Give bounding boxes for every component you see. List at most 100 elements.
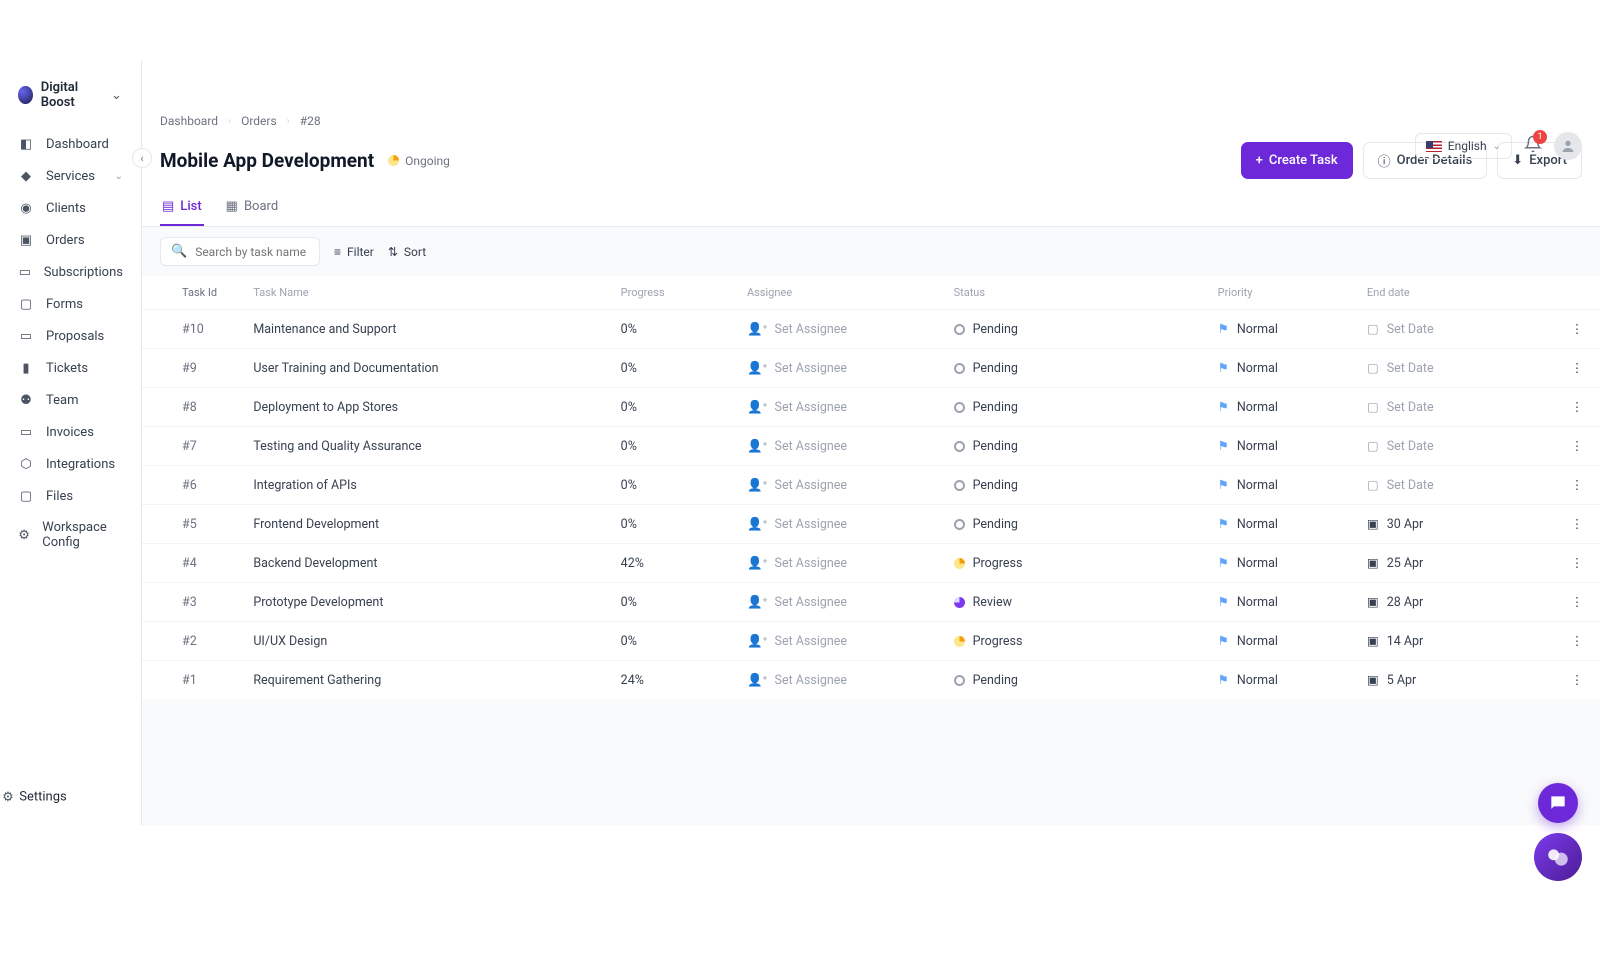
calendar-icon: ▣ xyxy=(1367,633,1379,649)
set-assignee-button[interactable]: 👤⁺Set Assignee xyxy=(747,478,938,493)
task-status[interactable]: Pending xyxy=(954,439,1202,454)
sidebar-item-invoices[interactable]: ▭Invoices xyxy=(0,416,141,448)
app-logo-badge[interactable] xyxy=(1534,833,1582,881)
set-assignee-button[interactable]: 👤⁺Set Assignee xyxy=(747,673,938,688)
set-assignee-button[interactable]: 👤⁺Set Assignee xyxy=(747,361,938,376)
search-icon: 🔍 xyxy=(171,244,187,259)
task-priority[interactable]: ⚑Normal xyxy=(1218,555,1351,571)
end-date[interactable]: ▣28 Apr xyxy=(1367,594,1546,610)
sidebar-item-files[interactable]: ▢Files xyxy=(0,480,141,512)
row-actions-button[interactable]: ⋮ xyxy=(1554,310,1600,349)
notifications-button[interactable]: 1 xyxy=(1524,135,1542,157)
workspace-switcher[interactable]: Digital Boost ⌄ xyxy=(0,80,141,128)
set-date-button[interactable]: ▢Set Date xyxy=(1367,321,1546,337)
table-row[interactable]: #3Prototype Development0%👤⁺Set AssigneeR… xyxy=(142,583,1600,622)
set-assignee-button[interactable]: 👤⁺Set Assignee xyxy=(747,556,938,571)
task-priority[interactable]: ⚑Normal xyxy=(1218,399,1351,415)
set-assignee-button[interactable]: 👤⁺Set Assignee xyxy=(747,595,938,610)
table-row[interactable]: #9User Training and Documentation0%👤⁺Set… xyxy=(142,349,1600,388)
sidebar-item-proposals[interactable]: ▭Proposals xyxy=(0,320,141,352)
row-actions-button[interactable]: ⋮ xyxy=(1554,583,1600,622)
sidebar-item-services[interactable]: ◆Services⌄ xyxy=(0,160,141,192)
task-name: Requirement Gathering xyxy=(245,661,612,700)
task-status[interactable]: Pending xyxy=(954,400,1202,415)
row-actions-button[interactable]: ⋮ xyxy=(1554,388,1600,427)
task-priority[interactable]: ⚑Normal xyxy=(1218,672,1351,688)
end-date[interactable]: ▣14 Apr xyxy=(1367,633,1546,649)
table-row[interactable]: #8Deployment to App Stores0%👤⁺Set Assign… xyxy=(142,388,1600,427)
end-date[interactable]: ▣5 Apr xyxy=(1367,672,1546,688)
sidebar-item-tickets[interactable]: ▮Tickets xyxy=(0,352,141,384)
set-assignee-button[interactable]: 👤⁺Set Assignee xyxy=(747,322,938,337)
set-assignee-button[interactable]: 👤⁺Set Assignee xyxy=(747,400,938,415)
user-icon xyxy=(1560,138,1576,154)
user-avatar[interactable] xyxy=(1554,132,1582,160)
set-date-button[interactable]: ▢Set Date xyxy=(1367,399,1546,415)
task-priority[interactable]: ⚑Normal xyxy=(1218,321,1351,337)
task-status[interactable]: Pending xyxy=(954,322,1202,337)
task-status[interactable]: Pending xyxy=(954,673,1202,688)
task-priority[interactable]: ⚑Normal xyxy=(1218,477,1351,493)
task-progress: 0% xyxy=(613,388,739,427)
table-row[interactable]: #6Integration of APIs0%👤⁺Set AssigneePen… xyxy=(142,466,1600,505)
end-date[interactable]: ▣30 Apr xyxy=(1367,516,1546,532)
sidebar-item-label: Files xyxy=(46,489,73,504)
set-date-button[interactable]: ▢Set Date xyxy=(1367,477,1546,493)
table-row[interactable]: #4Backend Development42%👤⁺Set AssigneePr… xyxy=(142,544,1600,583)
table-row[interactable]: #10Maintenance and Support0%👤⁺Set Assign… xyxy=(142,310,1600,349)
chevron-down-icon: ⌄ xyxy=(110,87,123,103)
task-status[interactable]: Pending xyxy=(954,361,1202,376)
search-input[interactable] xyxy=(195,245,309,259)
task-priority[interactable]: ⚑Normal xyxy=(1218,438,1351,454)
language-switcher[interactable]: English ⌄ xyxy=(1415,133,1512,159)
col-progress: Progress xyxy=(613,276,739,310)
task-priority[interactable]: ⚑Normal xyxy=(1218,633,1351,649)
set-assignee-button[interactable]: 👤⁺Set Assignee xyxy=(747,517,938,532)
row-actions-button[interactable]: ⋮ xyxy=(1554,661,1600,700)
set-date-button[interactable]: ▢Set Date xyxy=(1367,360,1546,376)
task-status[interactable]: Progress xyxy=(954,556,1202,571)
table-row[interactable]: #7Testing and Quality Assurance0%👤⁺Set A… xyxy=(142,427,1600,466)
row-actions-button[interactable]: ⋮ xyxy=(1554,466,1600,505)
row-actions-button[interactable]: ⋮ xyxy=(1554,622,1600,661)
set-assignee-button[interactable]: 👤⁺Set Assignee xyxy=(747,634,938,649)
row-actions-button[interactable]: ⋮ xyxy=(1554,427,1600,466)
sidebar-item-forms[interactable]: ▢Forms xyxy=(0,288,141,320)
row-actions-button[interactable]: ⋮ xyxy=(1554,544,1600,583)
sidebar-item-label: Services xyxy=(46,169,95,184)
filter-button[interactable]: ≡ Filter xyxy=(334,245,374,259)
sidebar-item-clients[interactable]: ◉Clients xyxy=(0,192,141,224)
sidebar-item-workspace-config[interactable]: ⚙Workspace Config xyxy=(0,512,141,558)
task-status[interactable]: Pending xyxy=(954,517,1202,532)
table-row[interactable]: #2UI/UX Design0%👤⁺Set AssigneeProgress⚑N… xyxy=(142,622,1600,661)
task-priority[interactable]: ⚑Normal xyxy=(1218,360,1351,376)
sort-button[interactable]: ⇅ Sort xyxy=(388,245,426,259)
sidebar-item-team[interactable]: ⚉Team xyxy=(0,384,141,416)
tasks-table: Task Id Task Name Progress Assignee Stat… xyxy=(142,276,1600,699)
task-status[interactable]: Pending xyxy=(954,478,1202,493)
sidebar-item-settings[interactable]: ⚙ Settings xyxy=(0,789,141,805)
table-row[interactable]: #5Frontend Development0%👤⁺Set AssigneePe… xyxy=(142,505,1600,544)
table-row[interactable]: #1Requirement Gathering24%👤⁺Set Assignee… xyxy=(142,661,1600,700)
sidebar-item-dashboard[interactable]: ◧Dashboard xyxy=(0,128,141,160)
task-progress: 0% xyxy=(613,310,739,349)
task-status[interactable]: Progress xyxy=(954,634,1202,649)
sidebar-item-subscriptions[interactable]: ▭Subscriptions xyxy=(0,256,141,288)
set-date-button[interactable]: ▢Set Date xyxy=(1367,438,1546,454)
task-priority[interactable]: ⚑Normal xyxy=(1218,516,1351,532)
chat-widget-button[interactable] xyxy=(1538,783,1578,823)
set-assignee-button[interactable]: 👤⁺Set Assignee xyxy=(747,439,938,454)
row-actions-button[interactable]: ⋮ xyxy=(1554,505,1600,544)
end-date[interactable]: ▣25 Apr xyxy=(1367,555,1546,571)
sidebar-item-integrations[interactable]: ⬡Integrations xyxy=(0,448,141,480)
sidebar-item-orders[interactable]: ▣Orders xyxy=(0,224,141,256)
flag-icon: ⚑ xyxy=(1218,477,1229,493)
status-icon xyxy=(954,441,965,452)
tab-board[interactable]: ▦ Board xyxy=(224,191,281,226)
row-actions-button[interactable]: ⋮ xyxy=(1554,349,1600,388)
sidebar-item-label: Orders xyxy=(46,233,85,248)
view-tabs: ▤ List ▦ Board xyxy=(142,191,1600,227)
tab-list[interactable]: ▤ List xyxy=(160,191,204,226)
task-status[interactable]: Review xyxy=(954,595,1202,610)
task-priority[interactable]: ⚑Normal xyxy=(1218,594,1351,610)
